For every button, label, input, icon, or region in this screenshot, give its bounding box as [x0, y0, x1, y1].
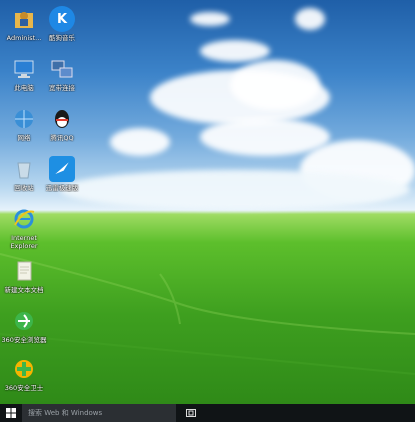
kugou-music-icon: K: [49, 6, 75, 32]
360-browser-icon: [11, 308, 37, 334]
desktop-icon-label: 迅雷极速版: [45, 184, 79, 192]
360-security-icon: [11, 356, 37, 382]
broadband-icon: [49, 56, 75, 82]
thunder-icon: [49, 156, 75, 182]
desktop-icon-label: 腾讯QQ: [50, 134, 74, 142]
taskbar-search-input[interactable]: 搜索 Web 和 Windows: [22, 404, 176, 422]
cloud: [190, 12, 230, 26]
desktop-icon-qq[interactable]: 腾讯QQ: [38, 106, 86, 142]
search-placeholder: 搜索 Web 和 Windows: [28, 409, 103, 417]
desktop-icon-360-browser[interactable]: 360安全浏览器: [0, 308, 48, 344]
windows-logo-icon: [6, 408, 16, 418]
desktop-icon-label: 360安全卫士: [4, 384, 44, 392]
desktop-icon-thunder[interactable]: 迅雷极速版: [38, 156, 86, 192]
cloud: [200, 118, 330, 156]
task-view-button[interactable]: [184, 404, 198, 422]
desktop-icon-label: 新建文本文档: [4, 286, 44, 294]
desktop-icon-kugou[interactable]: K 酷狗音乐: [38, 6, 86, 42]
network-icon: [11, 106, 37, 132]
this-pc-icon: [11, 56, 37, 82]
desktop-icon-broadband[interactable]: 宽带连接: [38, 56, 86, 92]
desktop-icon-label: 360安全浏览器: [1, 336, 47, 344]
internet-explorer-icon: [11, 206, 37, 232]
qq-icon: [49, 106, 75, 132]
desktop-icon-internet-explorer[interactable]: Internet Explorer: [0, 206, 48, 250]
desktop-icon-label: 宽带连接: [49, 84, 75, 92]
cloud: [295, 8, 325, 30]
task-view-icon: [186, 409, 196, 417]
user-folder-icon: [11, 6, 37, 32]
desktop-icon-new-text-document[interactable]: 新建文本文档: [0, 258, 48, 294]
start-button[interactable]: [0, 404, 22, 422]
cloud: [110, 128, 170, 156]
cloud: [230, 60, 320, 110]
recycle-bin-icon: [11, 156, 37, 182]
desktop-icon-label: Internet Explorer: [10, 234, 38, 250]
grass-texture: [0, 253, 415, 375]
text-document-icon: [11, 258, 37, 284]
taskbar: 搜索 Web 和 Windows: [0, 404, 415, 422]
cloud: [200, 40, 270, 62]
desktop-icon-label: 酷狗音乐: [49, 34, 75, 42]
horizon-haze: [60, 170, 410, 210]
desktop-icon-360-security[interactable]: 360安全卫士: [0, 356, 48, 392]
